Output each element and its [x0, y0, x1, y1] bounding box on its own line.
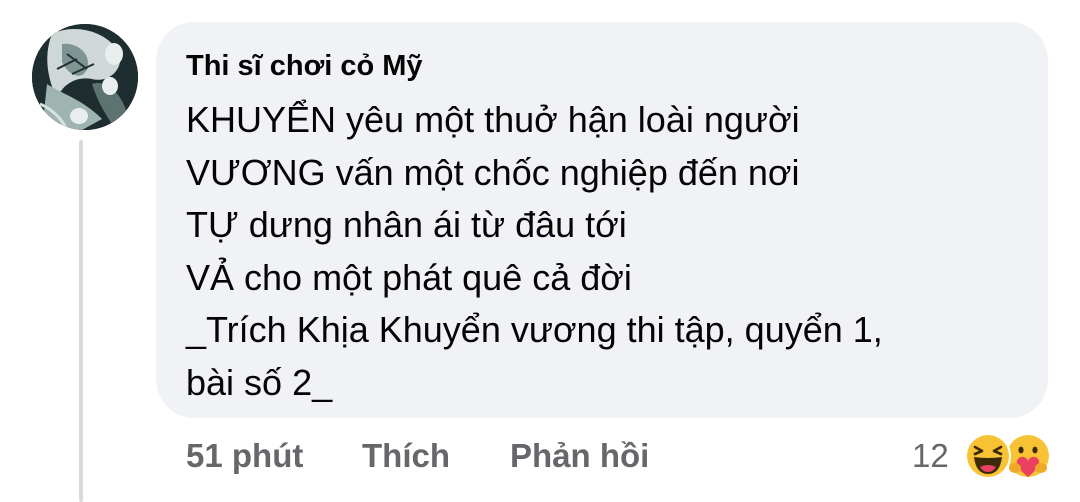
- comment-body: KHUYỂN yêu một thuở hận loài người VƯƠNG…: [186, 94, 1026, 409]
- reaction-summary[interactable]: 12: [912, 430, 1062, 482]
- comment-line: _Trích Khịa Khuyển vương thi tập, quyển …: [186, 309, 883, 350]
- like-button[interactable]: Thích: [362, 434, 450, 478]
- thread-line: [79, 140, 83, 502]
- avatar[interactable]: [32, 24, 138, 130]
- comment-line: KHUYỂN yêu một thuở hận loài người: [186, 99, 800, 140]
- comment-timestamp[interactable]: 51 phút: [186, 434, 303, 478]
- comment-line: VƯƠNG vấn một chốc nghiệp đến nơi: [186, 151, 800, 193]
- comment-line: bài số 2_: [186, 361, 333, 403]
- comment-line: TỰ dưng nhân ái từ đâu tới: [186, 204, 627, 245]
- comment-screen: Thi sĩ chơi cỏ Mỹ KHUYỂN yêu một thuở hậ…: [0, 0, 1080, 502]
- reaction-count: 12: [912, 437, 949, 474]
- comment-author[interactable]: Thi sĩ chơi cỏ Mỹ: [186, 46, 423, 86]
- comment-line: VẢ cho một phát quê cả đời: [186, 256, 632, 298]
- haha-emoji-icon: [965, 433, 1011, 479]
- reply-button[interactable]: Phản hồi: [510, 434, 649, 478]
- avatar-image: [32, 24, 138, 130]
